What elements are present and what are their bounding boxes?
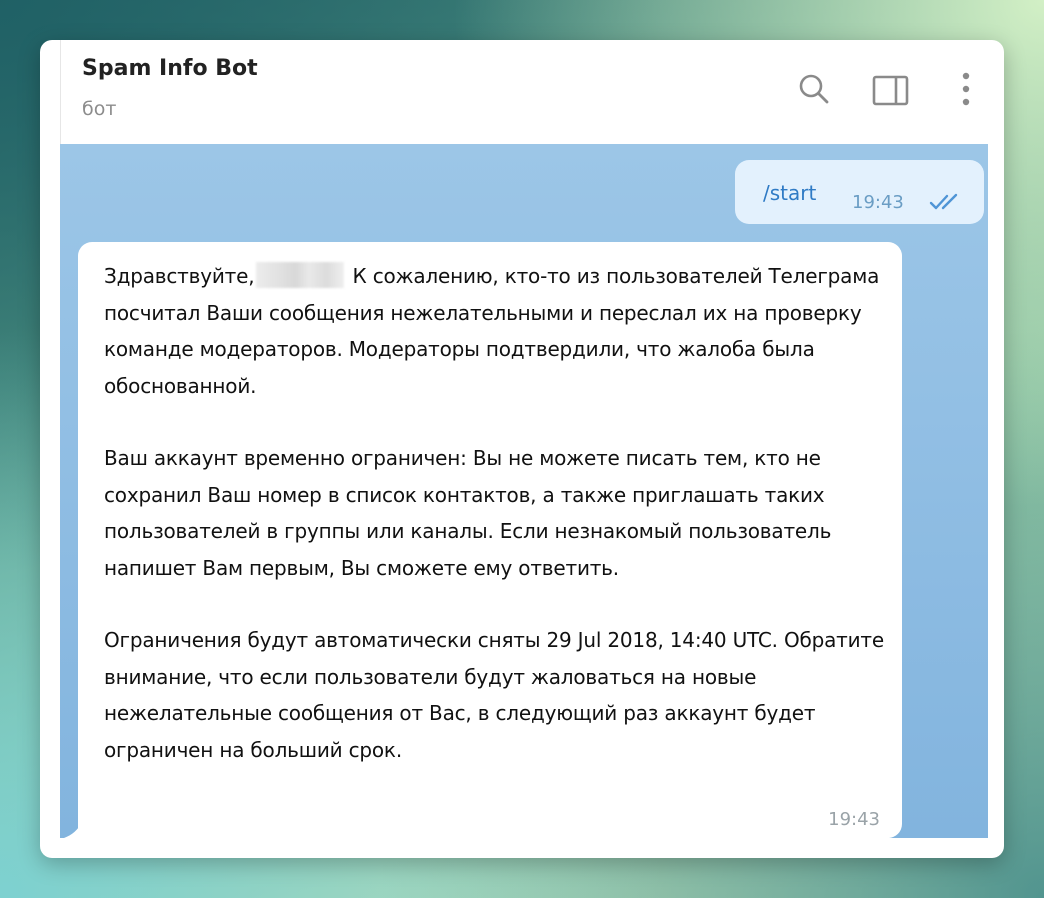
double-check-icon bbox=[929, 193, 963, 211]
search-icon[interactable] bbox=[794, 70, 834, 110]
message-paragraph: Здравствуйте, К сожалению, кто-то из пол… bbox=[104, 258, 884, 404]
more-vertical-icon[interactable] bbox=[946, 70, 986, 110]
outgoing-message[interactable]: /start 19:43 bbox=[735, 160, 984, 224]
chat-header: Spam Info Bot бот bbox=[40, 40, 1004, 144]
message-paragraph: Ограничения будут автоматически сняты 29… bbox=[104, 628, 884, 762]
redacted-name bbox=[256, 262, 345, 288]
message-text: /start bbox=[763, 181, 817, 205]
chat-subtitle: бот bbox=[82, 98, 117, 120]
message-paragraph: Ваш аккаунт временно ограничен: Вы не мо… bbox=[104, 446, 832, 580]
message-time: 19:43 bbox=[852, 192, 904, 213]
sidebar-toggle-icon[interactable] bbox=[870, 70, 910, 110]
message-time: 19:43 bbox=[828, 809, 880, 830]
chat-title[interactable]: Spam Info Bot bbox=[82, 56, 258, 81]
incoming-message[interactable]: Здравствуйте, К сожалению, кто-то из пол… bbox=[78, 242, 902, 838]
message-body: Здравствуйте, К сожалению, кто-то из пол… bbox=[104, 258, 884, 768]
chat-area[interactable]: /start 19:43 Здравствуйте, К сожалению, … bbox=[60, 144, 988, 838]
greeting-text: Здравствуйте, bbox=[104, 264, 255, 288]
telegram-window: Spam Info Bot бот /start 19:43 Здравству… bbox=[40, 40, 1004, 858]
